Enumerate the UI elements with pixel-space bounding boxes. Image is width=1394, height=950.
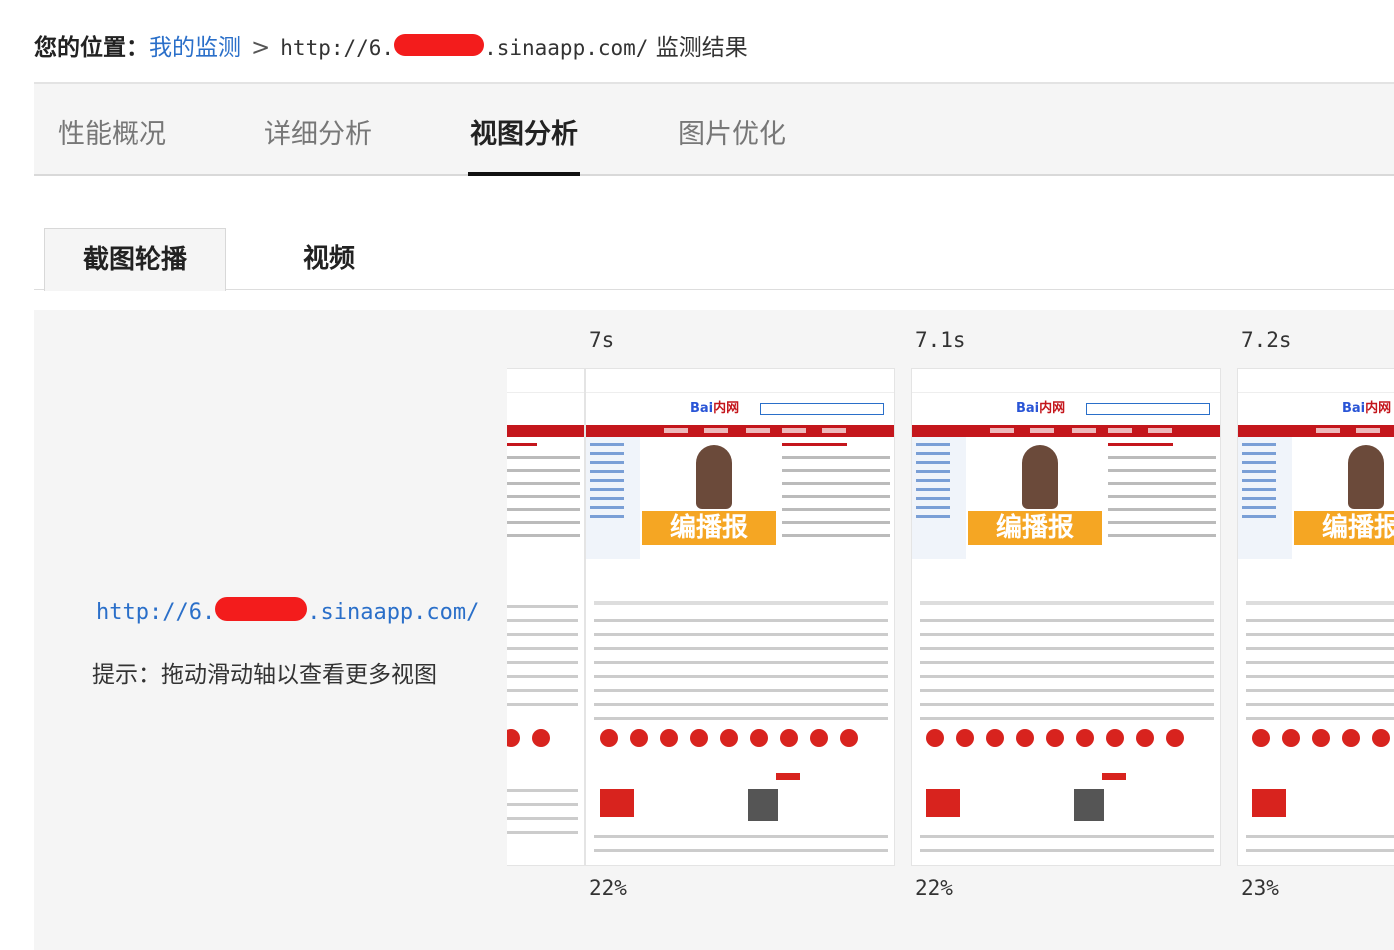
frame-percent: 22% (915, 876, 953, 900)
thumb-section (1246, 601, 1394, 605)
thumb-logo: Bai内网 (1016, 401, 1066, 416)
frame-time: 7s (589, 328, 615, 352)
site-url: http://6. .sinaapp.com/ (96, 597, 480, 625)
thumb-tag (1102, 773, 1126, 780)
thumb-photo (748, 789, 778, 821)
tab-view-analysis[interactable]: 视图分析 (468, 112, 580, 176)
frame-percent: 22% (589, 876, 627, 900)
frame-percent: 23% (1241, 876, 1279, 900)
breadcrumb-separator-icon: > (251, 35, 271, 61)
thumb-icons (926, 729, 1210, 749)
thumb-nav (507, 425, 584, 437)
thumb-news (507, 443, 580, 563)
thumb-list (507, 605, 578, 717)
thumb-nav (1238, 425, 1394, 437)
thumb-banner: 编播报 (968, 439, 1102, 559)
thumb-column-badge (926, 789, 960, 817)
frame-time: 7.1s (915, 328, 966, 352)
breadcrumb: 您的位置：我的监测 > http://6. .sinaapp.com/ 监测结果 (34, 28, 748, 62)
thumb-list-bottom (507, 789, 578, 845)
tab-image-optimization[interactable]: 图片优化 (678, 112, 786, 151)
breadcrumb-label: 您的位置： (34, 35, 149, 61)
thumb-search (1086, 403, 1210, 415)
thumb-news (1108, 443, 1216, 563)
view-panel: http://6. .sinaapp.com/ 提示：拖动滑动轴以查看更多视图 7… (34, 310, 1394, 950)
screenshot-thumbnail: Bai内网 编播报 (585, 368, 895, 866)
thumb-nav (912, 425, 1220, 437)
thumb-section (594, 601, 888, 605)
tab-performance-overview[interactable]: 性能概况 (58, 112, 166, 151)
thumb-banner: 编播报 (642, 439, 776, 559)
thumb-icons (507, 729, 584, 749)
screenshot-thumbnail: Bai内网 编播报 (911, 368, 1221, 866)
thumb-icons (1252, 729, 1394, 749)
site-url-prefix: http://6. (96, 600, 216, 625)
thumb-icons (600, 729, 884, 749)
thumb-news (782, 443, 890, 563)
thumb-column-badge (1252, 789, 1286, 817)
thumb-nav (586, 425, 894, 437)
thumb-sidebar (912, 437, 966, 559)
breadcrumb-url-prefix: http://6. (280, 36, 395, 60)
thumb-sidebar (586, 437, 640, 559)
thumb-list-bottom (594, 835, 888, 863)
thumb-section (920, 601, 1214, 605)
tab-screenshot-carousel[interactable]: 截图轮播 (44, 228, 226, 291)
thumb-list-bottom (1246, 835, 1394, 863)
thumb-logo: Bai内网 (1342, 401, 1392, 416)
main-tab-bar: 性能概况 详细分析 视图分析 图片优化 (34, 82, 1394, 176)
thumb-banner: 编播报 (1294, 439, 1394, 559)
tab-video[interactable]: 视频 (264, 228, 394, 290)
screenshot-frame-previous[interactable] (507, 310, 585, 950)
thumb-list (594, 619, 888, 731)
thumb-topbar (912, 369, 1220, 393)
thumb-list (1246, 619, 1394, 731)
tab-detailed-analysis[interactable]: 详细分析 (264, 112, 372, 151)
thumb-column-badge (600, 789, 634, 817)
frame-time: 7.2s (1241, 328, 1292, 352)
screenshot-frame[interactable]: 7.2s Bai内网 编播报 23% (1237, 310, 1394, 950)
drag-hint: 提示：拖动滑动轴以查看更多视图 (92, 662, 437, 688)
thumb-tag (776, 773, 800, 780)
thumb-topbar (586, 369, 894, 393)
thumb-topbar (507, 369, 584, 393)
thumb-list (920, 619, 1214, 731)
screenshot-strip[interactable]: 7s Bai内网 编播报 22% 7.1s Bai内网 编播报 22% 7.2s… (507, 310, 1394, 950)
thumb-list-bottom (920, 835, 1214, 863)
screenshot-frame[interactable]: 7.1s Bai内网 编播报 22% (911, 310, 1221, 950)
redaction-mark (215, 597, 308, 621)
redaction-mark (394, 33, 485, 56)
screenshot-thumbnail: Bai内网 编播报 (1237, 368, 1394, 866)
breadcrumb-link-my-monitor[interactable]: 我的监测 (149, 35, 241, 61)
thumb-photo (1074, 789, 1104, 821)
thumb-sidebar (1238, 437, 1292, 559)
breadcrumb-url-suffix: .sinaapp.com/ (484, 36, 649, 60)
thumb-logo: Bai内网 (690, 401, 740, 416)
breadcrumb-current: 监测结果 (655, 35, 748, 61)
thumb-search (760, 403, 884, 415)
screenshot-frame[interactable]: 7s Bai内网 编播报 22% (585, 310, 895, 950)
site-url-suffix: .sinaapp.com/ (307, 600, 480, 625)
sub-tab-bar: 截图轮播 视频 (34, 228, 1394, 291)
screenshot-thumbnail (507, 368, 585, 866)
thumb-topbar (1238, 369, 1394, 393)
